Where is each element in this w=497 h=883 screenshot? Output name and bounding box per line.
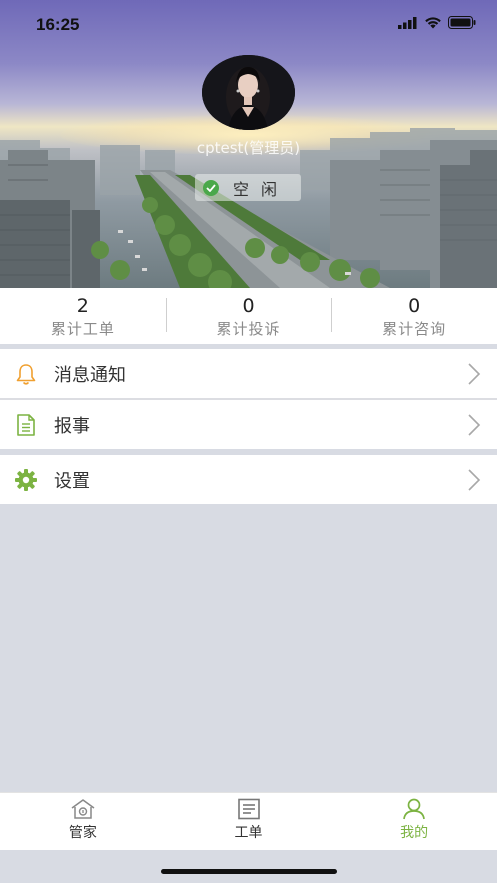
stat-label: 累计咨询 (382, 320, 447, 338)
tab-mine[interactable]: 我的 (331, 793, 497, 850)
wifi-icon (425, 17, 441, 29)
profile-header: 16:25 cptest(管理员) 空闲 (0, 0, 497, 288)
menu-item-label: 消息通知 (54, 364, 126, 386)
home-indicator[interactable] (161, 869, 337, 874)
stat-value: 0 (242, 295, 255, 317)
stat-label: 累计工单 (50, 320, 115, 338)
stat-total-complaints[interactable]: 0 累计投诉 (165, 288, 332, 344)
menu-item-report[interactable]: 报事 (0, 400, 497, 449)
user-name: cptest(管理员) (196, 139, 301, 157)
stats-bar: 2 累计工单 0 累计投诉 0 累计咨询 (0, 288, 497, 344)
person-icon (403, 798, 426, 820)
chevron-right-icon (468, 363, 481, 385)
document-icon (14, 413, 38, 437)
stat-value: 2 (76, 295, 89, 317)
menu-item-notifications[interactable]: 消息通知 (0, 349, 497, 398)
cellular-signal-icon (398, 16, 417, 29)
menu-group-settings: 设置 (0, 455, 497, 504)
battery-icon (448, 16, 476, 29)
gear-icon (14, 468, 38, 492)
menu-item-settings[interactable]: 设置 (0, 455, 497, 504)
tab-butler[interactable]: 管家 (0, 793, 166, 850)
house-icon (71, 799, 95, 819)
work-status-text: 空闲 (233, 179, 290, 199)
tab-label: 工单 (234, 825, 263, 841)
work-status-badge[interactable]: 空闲 (195, 174, 301, 201)
stat-label: 累计投诉 (216, 320, 281, 338)
tab-work-orders[interactable]: 工单 (166, 793, 332, 850)
status-icons (398, 16, 477, 29)
avatar[interactable] (202, 55, 295, 130)
menu-item-label: 报事 (54, 415, 90, 437)
menu-item-label: 设置 (54, 470, 90, 492)
status-time: 16:25 (36, 15, 80, 34)
chevron-right-icon (468, 414, 481, 436)
check-circle-icon (203, 179, 219, 196)
stat-value: 0 (408, 295, 421, 317)
chevron-right-icon (468, 469, 481, 491)
list-icon (237, 798, 260, 820)
status-bar: 16:25 (0, 0, 497, 50)
stat-total-inquiries[interactable]: 0 累计咨询 (331, 288, 497, 344)
tab-label: 管家 (68, 825, 97, 841)
stat-total-work-orders[interactable]: 2 累计工单 (0, 288, 166, 344)
tab-label: 我的 (400, 825, 429, 841)
avatar-photo (202, 55, 295, 130)
menu-group-main: 消息通知 报事 (0, 349, 497, 449)
bottom-tab-bar: 管家 工单 我的 (0, 792, 497, 850)
bell-icon (14, 362, 38, 386)
